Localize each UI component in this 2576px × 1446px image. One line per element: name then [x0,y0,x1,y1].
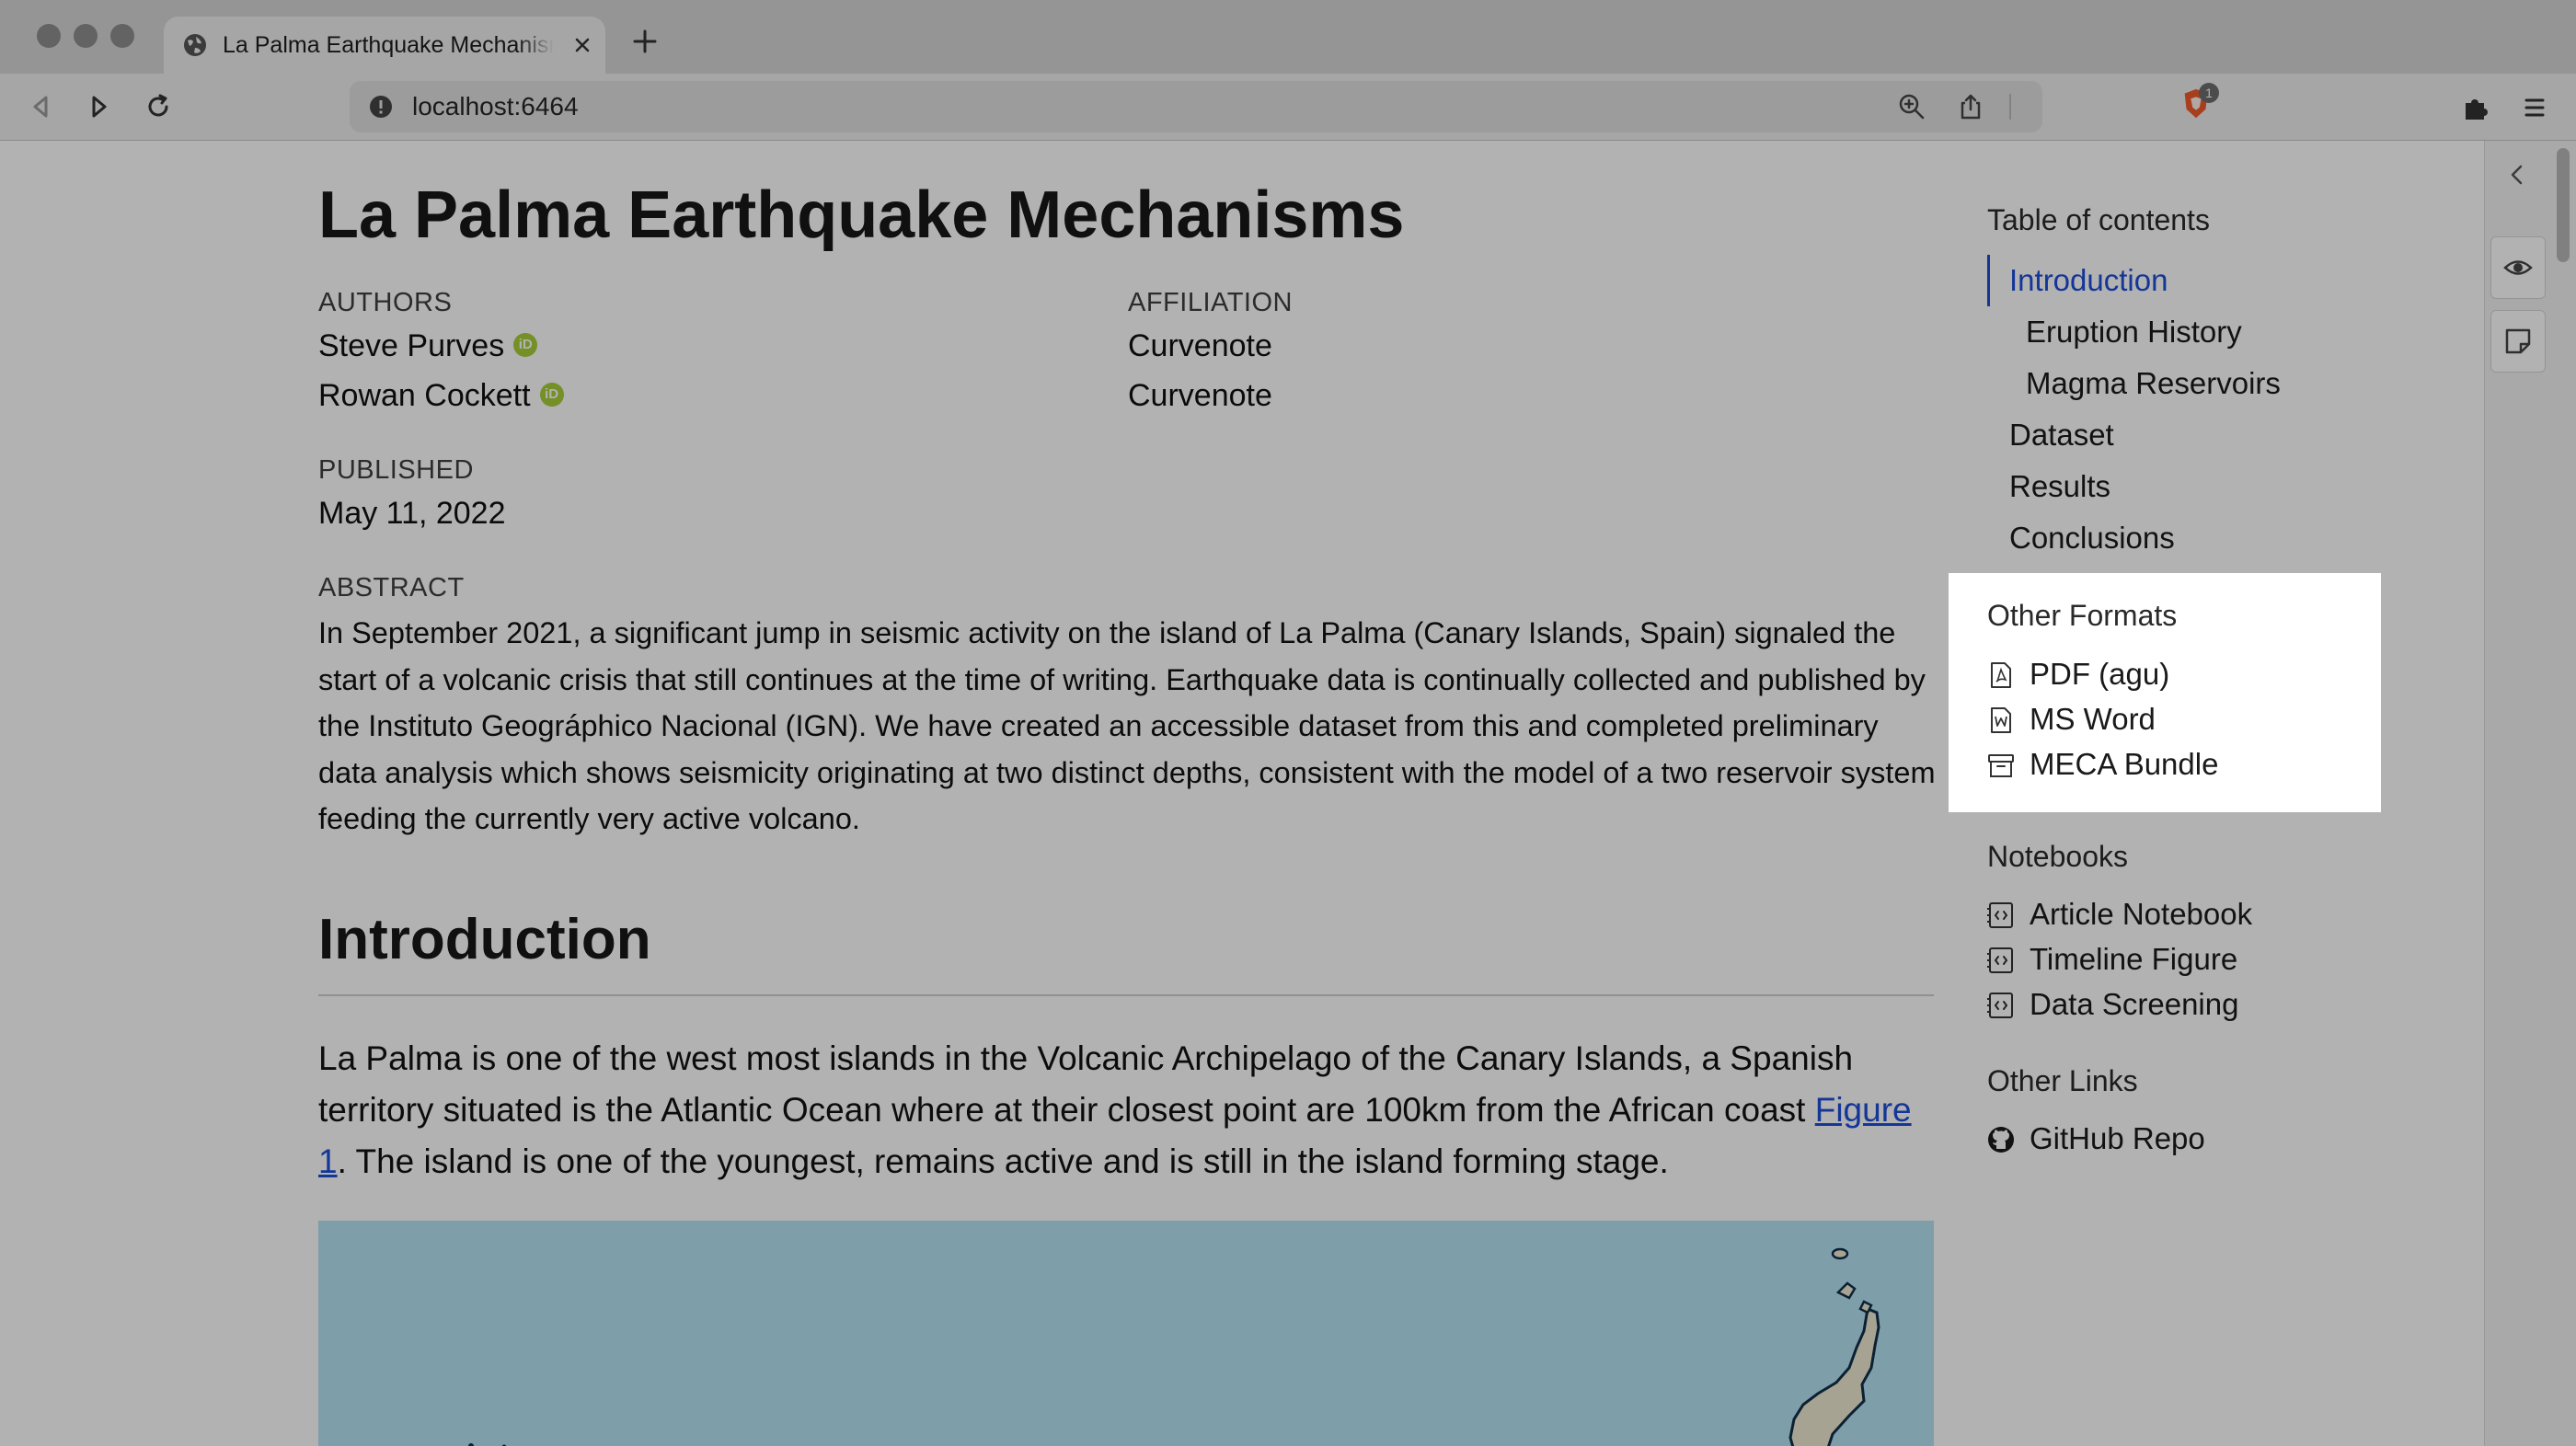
notebook-icon [1987,902,2013,928]
islet-shape [1858,1300,1873,1314]
brave-shields-button[interactable]: 1 [2179,83,2223,123]
zoom-icon[interactable] [1897,92,1926,121]
pdf-file-icon [1991,662,2011,688]
orcid-icon[interactable]: iD [513,333,538,358]
author-name-text: Steve Purves [318,328,505,363]
window-close-dot[interactable] [37,24,61,48]
vertical-scrollbar[interactable] [2550,141,2576,1446]
address-bar[interactable]: localhost:6464 [350,81,2042,132]
link-label: GitHub Repo [2030,1121,2205,1155]
toc-item-results[interactable]: Results [2009,468,2110,505]
section-heading: Introduction [318,908,651,971]
info-icon[interactable] [368,94,394,120]
intro-paragraph: La Palma is one of the west most islands… [318,1033,1938,1188]
notebook-icon [1987,993,2013,1018]
scrollbar-thumb[interactable] [2557,148,2570,262]
share-icon[interactable] [1956,92,1985,121]
toc-active-indicator [1987,255,1990,306]
section-divider [318,994,1934,996]
notebook-icon [1987,947,2013,973]
intro-text: La Palma is one of the west most islands… [318,1039,1854,1129]
side-rail [2484,141,2551,1446]
eye-icon [2503,260,2533,275]
author-name: Steve Purves iD [318,327,538,365]
word-file-icon [1991,707,2011,733]
toc-item-eruption-history[interactable]: Eruption History [2026,314,2242,350]
notebook-label: Article Notebook [2030,897,2253,931]
article-title: La Palma Earthquake Mechanisms [318,178,1405,252]
archive-icon [1988,754,2014,777]
author-affiliation: Curvenote [1128,328,1272,363]
browser-tab[interactable]: La Palma Earthquake Mechanisms [164,17,605,74]
back-icon[interactable] [22,88,59,125]
toc-heading: Table of contents [1987,203,2210,236]
shields-badge: 1 [2199,83,2219,103]
notebook-label: Timeline Figure [2030,942,2238,976]
other-formats-panel: Other Formats PDF (agu) MS Word MECA Bun… [1949,573,2381,812]
authors-label: AUTHORS [318,288,453,317]
affiliation-label: AFFILIATION [1128,288,1293,317]
toc-item-introduction[interactable]: Introduction [2009,262,2168,299]
notebook-label: Data Screening [2030,987,2239,1021]
author-name-text: Rowan Cockett [318,378,531,413]
new-tab-icon[interactable] [631,28,659,55]
published-label: PUBLISHED [318,455,474,485]
window-minimize-dot[interactable] [74,24,98,48]
canary-islands-map [318,1221,1934,1446]
format-label: PDF (agu) [2030,657,2170,691]
map-graphic [318,1221,1934,1446]
url-text: localhost:6464 [412,92,579,120]
comments-button[interactable] [2490,310,2546,373]
toolbar-divider [2009,94,2011,120]
reload-icon[interactable] [140,88,177,125]
toc-item-magma-reservoirs[interactable]: Magma Reservoirs [2026,365,2281,402]
chevron-left-icon[interactable] [2503,161,2531,189]
other-links-heading: Other Links [1987,1064,2138,1097]
intro-text: . The island is one of the youngest, rem… [337,1142,1669,1180]
author-affiliation: Curvenote [1128,378,1272,413]
toc-item-dataset[interactable]: Dataset [2009,417,2114,453]
forward-icon[interactable] [81,88,118,125]
orcid-icon[interactable]: iD [539,383,564,407]
github-icon [1988,1127,2014,1153]
browser-toolbar: localhost:6464 1 [0,74,2576,141]
toc-item-conclusions[interactable]: Conclusions [2009,520,2175,557]
close-icon[interactable] [569,31,596,59]
menu-icon[interactable] [2519,92,2550,123]
abstract-text: In September 2021, a significant jump in… [318,616,1936,835]
abstract-label: ABSTRACT [318,573,465,602]
browser-tab-bar: La Palma Earthquake Mechanisms [0,0,2576,74]
window-zoom-dot[interactable] [110,24,134,48]
extensions-icon[interactable] [2460,92,2491,123]
author-name: Rowan Cockett iD [318,376,564,415]
islet-shape [1831,1247,1849,1260]
preview-button[interactable] [2490,236,2546,299]
format-label: MECA Bundle [2030,747,2219,781]
tab-title: La Palma Earthquake Mechanisms [223,30,554,60]
globe-icon [184,34,206,56]
format-label: MS Word [2030,702,2156,736]
other-formats-heading: Other Formats [1987,599,2178,632]
published-date: May 11, 2022 [318,496,506,531]
notebooks-heading: Notebooks [1987,840,2128,873]
note-icon [2505,328,2531,354]
